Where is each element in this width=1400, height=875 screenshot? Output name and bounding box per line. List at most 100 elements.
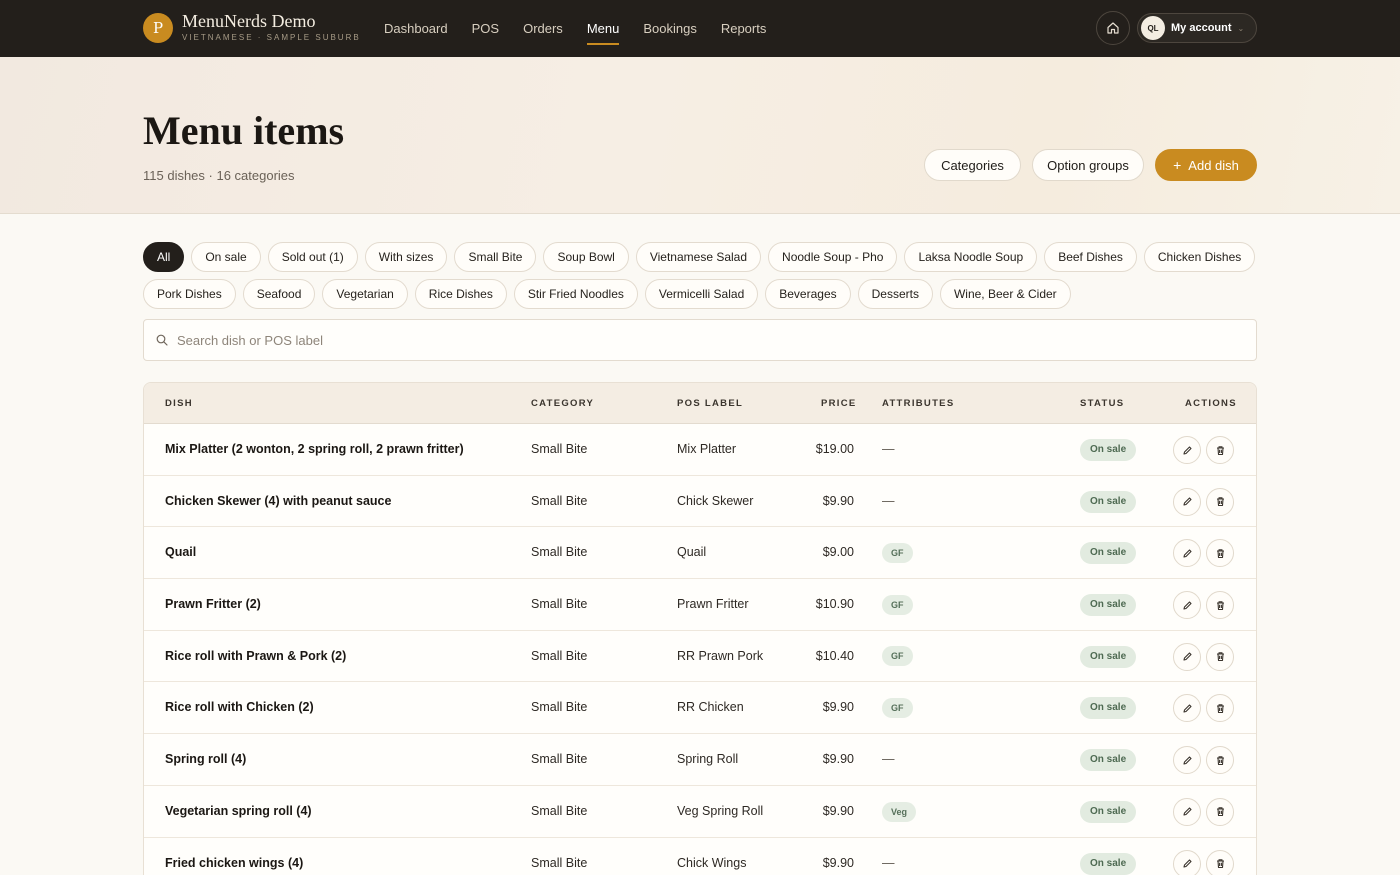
empty-attribute: — [882, 855, 895, 870]
attribute-badge: GF [882, 594, 913, 615]
filter-chip[interactable]: Pork Dishes [143, 279, 236, 309]
status-badge: On sale [1080, 439, 1137, 461]
filter-chip[interactable]: Soup Bowl [543, 242, 629, 272]
table-row[interactable]: Mix Platter (2 wonton, 2 spring roll, 2 … [144, 424, 1256, 476]
filter-chip[interactable]: Laksa Noodle Soup [904, 242, 1038, 272]
trash-icon [1216, 859, 1224, 869]
categories-button[interactable]: Categories [924, 149, 1021, 181]
table-row[interactable]: Quail Small Bite Quail $9.00 GF On sale [144, 527, 1256, 580]
edit-button[interactable] [1173, 746, 1201, 775]
dish-pos-label: Veg Spring Roll [677, 803, 764, 818]
column-header-category[interactable]: CATEGORY [531, 383, 594, 424]
nav-bookings[interactable]: Bookings [643, 0, 696, 57]
filter-chip[interactable]: Desserts [857, 279, 933, 309]
dish-pos-label: Chick Wings [677, 855, 747, 870]
table-row[interactable]: Chicken Skewer (4) with peanut sauce Smal… [144, 476, 1256, 528]
chevron-down-icon: ⌄ [1237, 23, 1245, 33]
home-button[interactable] [1096, 11, 1130, 45]
edit-button[interactable] [1173, 797, 1201, 826]
edit-button[interactable] [1173, 487, 1201, 516]
filter-chip[interactable]: Vegetarian [322, 279, 408, 309]
delete-button[interactable] [1206, 746, 1234, 775]
table-row[interactable]: Rice roll with Prawn & Pork (2) Small Bit… [144, 631, 1256, 683]
filter-chip[interactable]: Beef Dishes [1044, 242, 1137, 272]
status-badge: On sale [1080, 594, 1137, 617]
menu-items-table: DISH CATEGORY POS LABEL PRICE ATTRIBUTES… [143, 382, 1257, 875]
nav-dashboard[interactable]: Dashboard [384, 0, 448, 57]
avatar: QL [1141, 16, 1165, 40]
edit-button[interactable] [1173, 539, 1201, 568]
filter-chip[interactable]: Wine, Beer & Cider [939, 279, 1071, 309]
table-row[interactable]: Vegetarian spring roll (4) Small Bite Veg … [144, 786, 1256, 838]
status-badge: On sale [1080, 490, 1137, 513]
edit-button[interactable] [1173, 642, 1201, 671]
dish-name[interactable]: Vegetarian spring roll (4) [165, 786, 312, 837]
delete-button[interactable] [1206, 849, 1234, 875]
pencil-icon [1182, 497, 1192, 506]
delete-button[interactable] [1206, 591, 1234, 620]
dish-name[interactable]: Fried chicken wings (4) [165, 838, 303, 875]
edit-button[interactable] [1173, 849, 1201, 875]
nav-menu[interactable]: Menu [586, 0, 619, 57]
table-row[interactable]: Prawn Fritter (2) Small Bite Prawn Fritter… [144, 579, 1256, 631]
column-header-pos-label[interactable]: POS LABEL [677, 383, 743, 424]
filter-chip[interactable]: Stir Fried Noodles [513, 279, 638, 309]
filter-chip[interactable]: With sizes [364, 242, 448, 272]
page-subtitle: 115 dishes · 16 categories [143, 168, 295, 183]
filter-chip[interactable]: Rice Dishes [414, 279, 507, 309]
delete-button[interactable] [1206, 797, 1234, 826]
brand-logo[interactable]: P [143, 13, 173, 43]
status-badge: On sale [1080, 697, 1137, 720]
trash-icon [1216, 807, 1224, 817]
column-header-status[interactable]: STATUS [1080, 383, 1124, 424]
dish-name[interactable]: Prawn Fritter (2) [165, 579, 261, 630]
option-groups-button[interactable]: Option groups [1032, 149, 1144, 181]
status-badge: On sale [1080, 800, 1137, 823]
table-row[interactable]: Spring roll (4) Small Bite Spring Roll $9.9… [144, 734, 1256, 786]
filter-chip[interactable]: Sold out (1) [267, 242, 358, 272]
filter-chip[interactable]: Chicken Dishes [1143, 242, 1256, 272]
dish-name[interactable]: Chicken Skewer (4) with peanut sauce [165, 476, 391, 527]
filter-chip[interactable]: On sale [191, 242, 261, 272]
dish-category: Small Bite [531, 700, 588, 715]
account-menu-button[interactable]: QL My account ⌄ [1137, 13, 1257, 43]
table-row[interactable]: Rice roll with Chicken (2) Small Bite RR C… [144, 682, 1256, 735]
add-dish-button[interactable]: + Add dish [1155, 149, 1257, 181]
pencil-icon [1182, 756, 1192, 765]
filter-chip[interactable]: Vietnamese Salad [635, 242, 762, 272]
delete-button[interactable] [1206, 436, 1234, 464]
dish-name[interactable]: Rice roll with Prawn & Pork (2) [165, 631, 346, 682]
dish-name[interactable]: Spring roll (4) [165, 734, 246, 785]
dish-name[interactable]: Mix Platter (2 wonton, 2 spring roll, 2 … [165, 424, 464, 475]
column-header-attributes: ATTRIBUTES [882, 398, 955, 409]
dish-name[interactable]: Quail [165, 527, 196, 578]
dish-price: $9.00 [822, 545, 854, 560]
filter-chip[interactable]: Beverages [765, 279, 851, 309]
nav-pos[interactable]: POS [472, 0, 499, 57]
delete-button[interactable] [1206, 642, 1234, 671]
filter-chip[interactable]: Noodle Soup - Pho [768, 242, 898, 272]
nav-reports[interactable]: Reports [721, 0, 767, 57]
edit-button[interactable] [1173, 591, 1201, 620]
dish-category: Small Bite [531, 752, 588, 767]
edit-button[interactable] [1173, 436, 1201, 464]
filter-chip[interactable]: Seafood [242, 279, 316, 309]
status-badge: On sale [1080, 542, 1137, 565]
edit-button[interactable] [1173, 694, 1201, 723]
column-header-dish[interactable]: DISH [165, 383, 193, 424]
filter-chip[interactable]: Small Bite [454, 242, 537, 272]
filter-chip[interactable]: Vermicelli Salad [644, 279, 759, 309]
nav-orders[interactable]: Orders [523, 0, 563, 57]
filter-row: Pork Dishes Seafood Vegetarian Rice Dishes S… [143, 279, 1257, 309]
filter-chip[interactable]: All [143, 242, 185, 272]
delete-button[interactable] [1206, 487, 1234, 516]
dish-category: Small Bite [531, 545, 588, 560]
dish-category: Small Bite [531, 855, 588, 870]
delete-button[interactable] [1206, 539, 1234, 568]
column-header-price[interactable]: PRICE [821, 383, 857, 424]
top-bar: P MenuNerds Demo VIETNAMESE · SAMPLE SUB… [0, 0, 1400, 57]
table-row[interactable]: Fried chicken wings (4) Small Bite Chick W… [144, 838, 1256, 875]
delete-button[interactable] [1206, 694, 1234, 723]
search-input[interactable] [177, 332, 1177, 348]
dish-name[interactable]: Rice roll with Chicken (2) [165, 682, 314, 733]
